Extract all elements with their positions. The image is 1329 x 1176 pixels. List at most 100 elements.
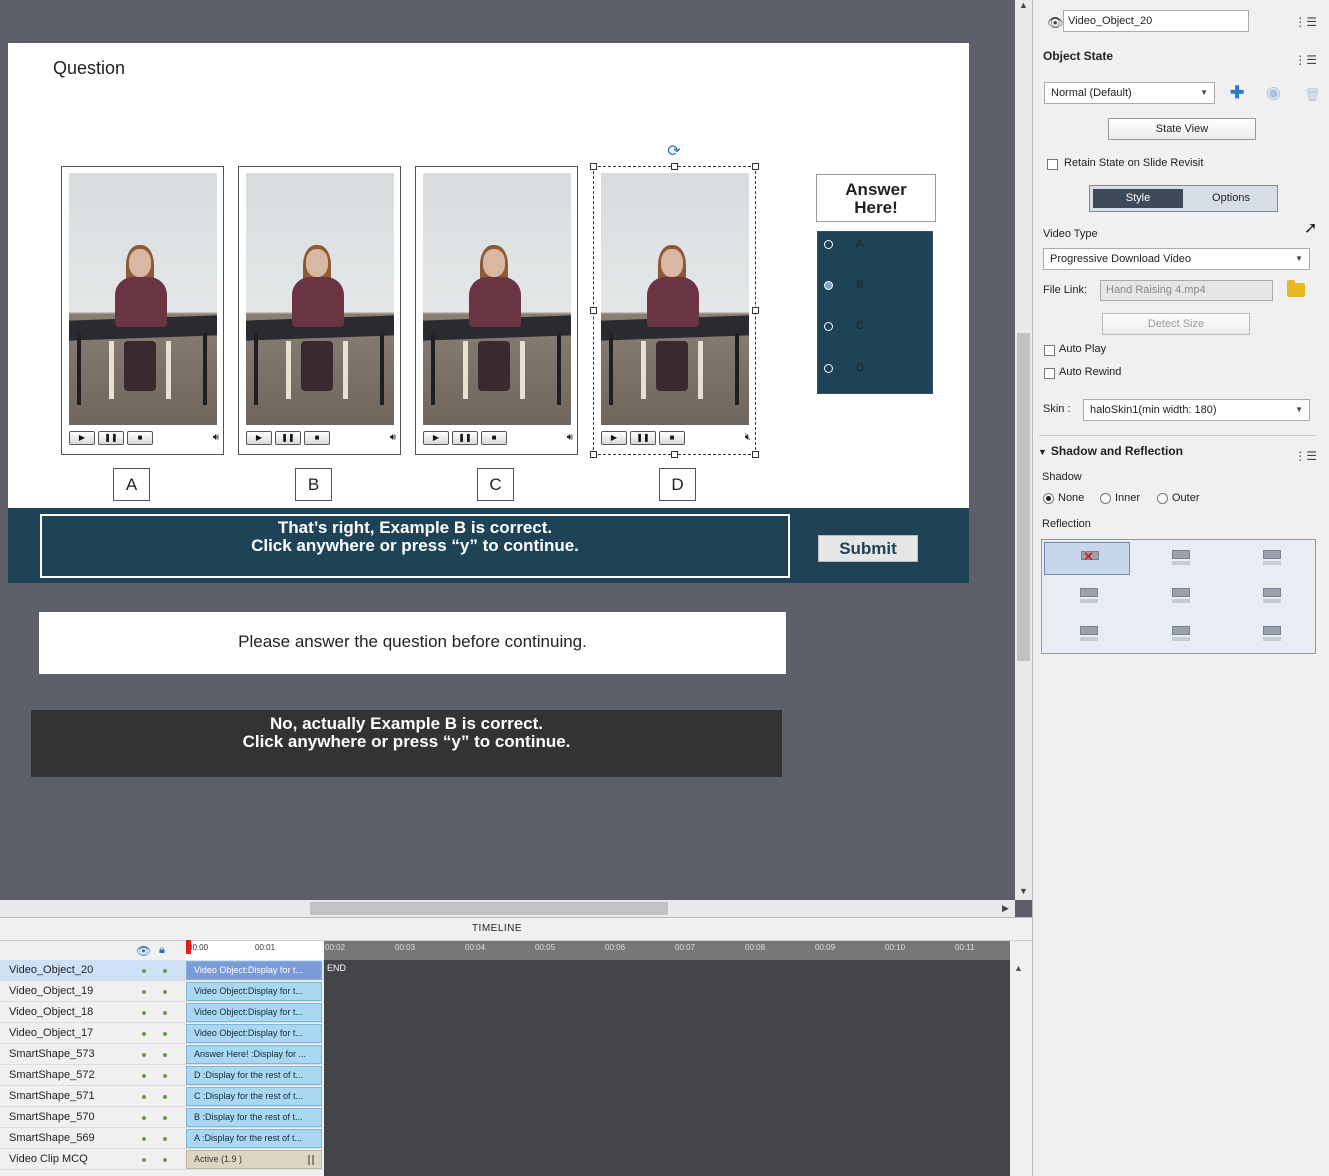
video-object-18[interactable]: ▶ ❚❚ ■ 🔊︎ — [238, 166, 401, 455]
timeline-row[interactable]: SmartShape_571 C :Display for the rest of… — [0, 1086, 324, 1107]
scroll-thumb[interactable] — [1017, 333, 1030, 661]
pause-icon[interactable]: ❚❚ — [98, 431, 124, 445]
play-icon[interactable]: ▶ — [423, 431, 449, 445]
pause-icon[interactable]: ❚❚ — [452, 431, 478, 445]
resize-handle[interactable] — [752, 451, 759, 458]
timeline-bar[interactable]: Active (1.9 ) — [186, 1150, 322, 1169]
option-d[interactable]: D — [824, 362, 924, 382]
pause-icon[interactable]: ❚❚ — [275, 431, 301, 445]
option-a[interactable]: A — [824, 238, 924, 258]
shadow-reflection-header[interactable]: ▼ Shadow and Reflection — [1038, 444, 1318, 464]
label-box-c[interactable]: C — [477, 468, 514, 501]
object-state-menu-icon[interactable]: ⋮☰ — [1294, 53, 1317, 67]
label-box-d[interactable]: D — [659, 468, 696, 501]
shadow-menu-icon[interactable]: ⋮☰ — [1294, 449, 1317, 463]
skin-dropdown[interactable]: haloSkin1(min width: 180) ▼ — [1083, 399, 1310, 421]
stage-canvas[interactable]: Question ▶ ❚❚ ■ 🔊︎ ▶ ❚❚ ■ 🔊︎ ▶ ❚❚ ■ 🔊︎ ▶ ❚❚ ■ 🔇︎ A B… — [0, 0, 1015, 900]
label-box-a[interactable]: A — [113, 468, 150, 501]
volume-icon[interactable]: 🔊︎ — [390, 431, 396, 445]
video-object-20[interactable]: ▶ ❚❚ ■ 🔇︎ — [593, 166, 756, 455]
reflection-none[interactable]: ✕ — [1044, 542, 1130, 575]
stop-icon[interactable]: ■ — [127, 431, 153, 445]
answer-here-box[interactable]: Answer Here! — [816, 174, 936, 222]
play-icon[interactable]: ▶ — [69, 431, 95, 445]
panel-menu-icon[interactable]: ⋮☰ — [1294, 15, 1317, 29]
radio-icon[interactable] — [824, 281, 833, 290]
resize-handle[interactable] — [671, 451, 678, 458]
video-object-17[interactable]: ▶ ❚❚ ■ 🔊︎ — [61, 166, 224, 455]
play-icon[interactable]: ▶ — [246, 431, 272, 445]
resize-handle[interactable] — [671, 163, 678, 170]
volume-icon[interactable]: 🔊︎ — [567, 431, 573, 445]
stage-vertical-scrollbar[interactable]: ▲ ▼ — [1015, 0, 1032, 900]
reflection-preset[interactable] — [1227, 618, 1313, 651]
timeline-row[interactable]: Video_Object_20 Video Object:Display for … — [0, 960, 324, 981]
video-type-dropdown[interactable]: Progressive Download Video ▼ — [1043, 248, 1310, 270]
reflection-preset[interactable] — [1136, 618, 1222, 651]
scroll-thumb[interactable] — [310, 902, 668, 915]
eye-icon[interactable]: 👁︎ — [136, 944, 151, 958]
radio-icon[interactable] — [824, 240, 833, 249]
mcq-options[interactable]: A B C D — [817, 231, 933, 394]
resize-handle[interactable] — [590, 163, 597, 170]
video-object-19[interactable]: ▶ ❚❚ ■ 🔊︎ — [415, 166, 578, 455]
visibility-eye-icon[interactable]: 👁︎ — [1047, 15, 1064, 31]
incorrect-caption[interactable]: No, actually Example B is correct. Click… — [31, 710, 782, 777]
reflection-preset[interactable] — [1044, 618, 1130, 651]
resize-handle[interactable] — [752, 163, 759, 170]
option-c[interactable]: C — [824, 320, 924, 340]
timeline-bar[interactable]: Video Object:Display for t... — [186, 1024, 322, 1043]
option-b[interactable]: B — [824, 279, 924, 299]
radio-icon[interactable] — [824, 364, 833, 373]
timeline-row[interactable]: SmartShape_569 A :Display for the rest of… — [0, 1128, 324, 1149]
timeline-bar[interactable]: D :Display for the rest of t... — [186, 1066, 322, 1085]
timeline-bar[interactable]: B :Display for the rest of t... — [186, 1108, 322, 1127]
mute-icon[interactable]: 🔇︎ — [745, 431, 751, 445]
timeline-ruler[interactable]: 00:00 00:01 00:02 00:03 00:04 00:05 00:0… — [185, 941, 1010, 961]
resize-handle[interactable] — [590, 307, 597, 314]
radio-icon[interactable] — [824, 322, 833, 331]
tab-style[interactable]: Style — [1093, 189, 1183, 208]
timeline-row[interactable]: SmartShape_573 Answer Here! :Display for … — [0, 1044, 324, 1065]
scroll-up-icon[interactable]: ▲ — [1019, 0, 1028, 10]
shadow-none-radio[interactable] — [1043, 493, 1054, 504]
timeline-row[interactable]: Video Clip MCQ Active (1.9 ) — [0, 1149, 324, 1170]
delete-state-icon[interactable]: 🗑︎ — [1304, 86, 1321, 104]
slide[interactable]: Question ▶ ❚❚ ■ 🔊︎ ▶ ❚❚ ■ 🔊︎ ▶ ❚❚ ■ 🔊︎ ▶ ❚❚ ■ 🔇︎ A B… — [8, 43, 969, 583]
shadow-inner-radio[interactable] — [1100, 493, 1111, 504]
playhead[interactable] — [186, 940, 191, 954]
pause-icon[interactable]: ❚❚ — [630, 431, 656, 445]
stop-icon[interactable]: ■ — [304, 431, 330, 445]
resize-handle[interactable] — [752, 307, 759, 314]
incomplete-caption[interactable]: Please answer the question before contin… — [39, 612, 786, 674]
resize-handle[interactable] — [590, 451, 597, 458]
label-box-b[interactable]: B — [295, 468, 332, 501]
edit-state-icon[interactable]: ◉ — [1266, 84, 1281, 102]
state-dropdown[interactable]: Normal (Default) ▼ — [1044, 82, 1215, 104]
object-name-field[interactable]: Video_Object_20 — [1063, 10, 1249, 32]
stop-icon[interactable]: ■ — [659, 431, 685, 445]
file-link-field[interactable]: Hand Raising 4.mp4 — [1100, 280, 1273, 301]
timeline-bar[interactable]: Answer Here! :Display for ... — [186, 1045, 322, 1064]
timeline-row[interactable]: Video_Object_18 Video Object:Display for … — [0, 1002, 324, 1023]
state-view-button[interactable]: State View — [1108, 118, 1256, 140]
timeline-row[interactable]: Video_Object_19 Video Object:Display for … — [0, 981, 324, 1002]
shadow-outer-radio[interactable] — [1157, 493, 1168, 504]
timeline-bar[interactable]: A :Display for the rest of t... — [186, 1129, 322, 1148]
correct-feedback[interactable]: That’s right, Example B is correct. Clic… — [40, 514, 790, 578]
stage-horizontal-scrollbar[interactable]: ▶ — [0, 900, 1015, 917]
timeline-row[interactable]: SmartShape_570 B :Display for the rest of… — [0, 1107, 324, 1128]
auto-play-checkbox[interactable] — [1044, 345, 1055, 356]
rotate-icon[interactable]: ⟳ — [665, 143, 683, 161]
scroll-up-icon[interactable]: ▲ — [1014, 963, 1023, 973]
timeline-bar[interactable]: Video Object:Display for t... — [186, 982, 322, 1001]
stop-icon[interactable]: ■ — [481, 431, 507, 445]
volume-icon[interactable]: 🔊︎ — [213, 431, 219, 445]
timeline-row[interactable]: Video_Object_17 Video Object:Display for … — [0, 1023, 324, 1044]
scroll-right-icon[interactable]: ▶ — [1002, 903, 1009, 914]
timeline-bar[interactable]: C :Display for the rest of t... — [186, 1087, 322, 1106]
retain-state-checkbox[interactable] — [1047, 159, 1058, 170]
tab-options[interactable]: Options — [1186, 189, 1276, 208]
reflection-preset[interactable] — [1044, 580, 1130, 613]
folder-icon[interactable] — [1287, 280, 1305, 297]
